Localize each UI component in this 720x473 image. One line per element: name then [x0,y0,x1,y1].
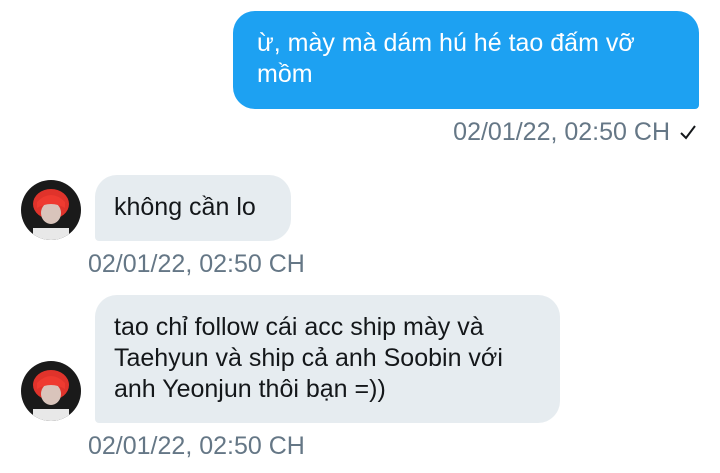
conversation-thread: ừ, mày mà dám hú hé tao đấm vỡ mồm 02/01… [0,0,720,473]
avatar-red-hair-icon [21,180,81,240]
message-timestamp: 02/01/22, 02:50 CH [88,432,305,460]
message-timestamp: 02/01/22, 02:50 CH [453,118,670,146]
sent-message-meta: 02/01/22, 02:50 CH [453,118,698,149]
received-message-bubble[interactable]: không cần lo [95,175,291,241]
avatar[interactable] [21,180,81,240]
avatar[interactable] [21,361,81,421]
avatar-red-hair-icon [21,361,81,421]
sent-message-bubble[interactable]: ừ, mày mà dám hú hé tao đấm vỡ mồm [233,11,699,109]
check-icon [678,120,698,149]
received-message-bubble[interactable]: tao chỉ follow cái acc ship mày và Taehy… [95,295,560,423]
message-timestamp: 02/01/22, 02:50 CH [88,250,305,278]
